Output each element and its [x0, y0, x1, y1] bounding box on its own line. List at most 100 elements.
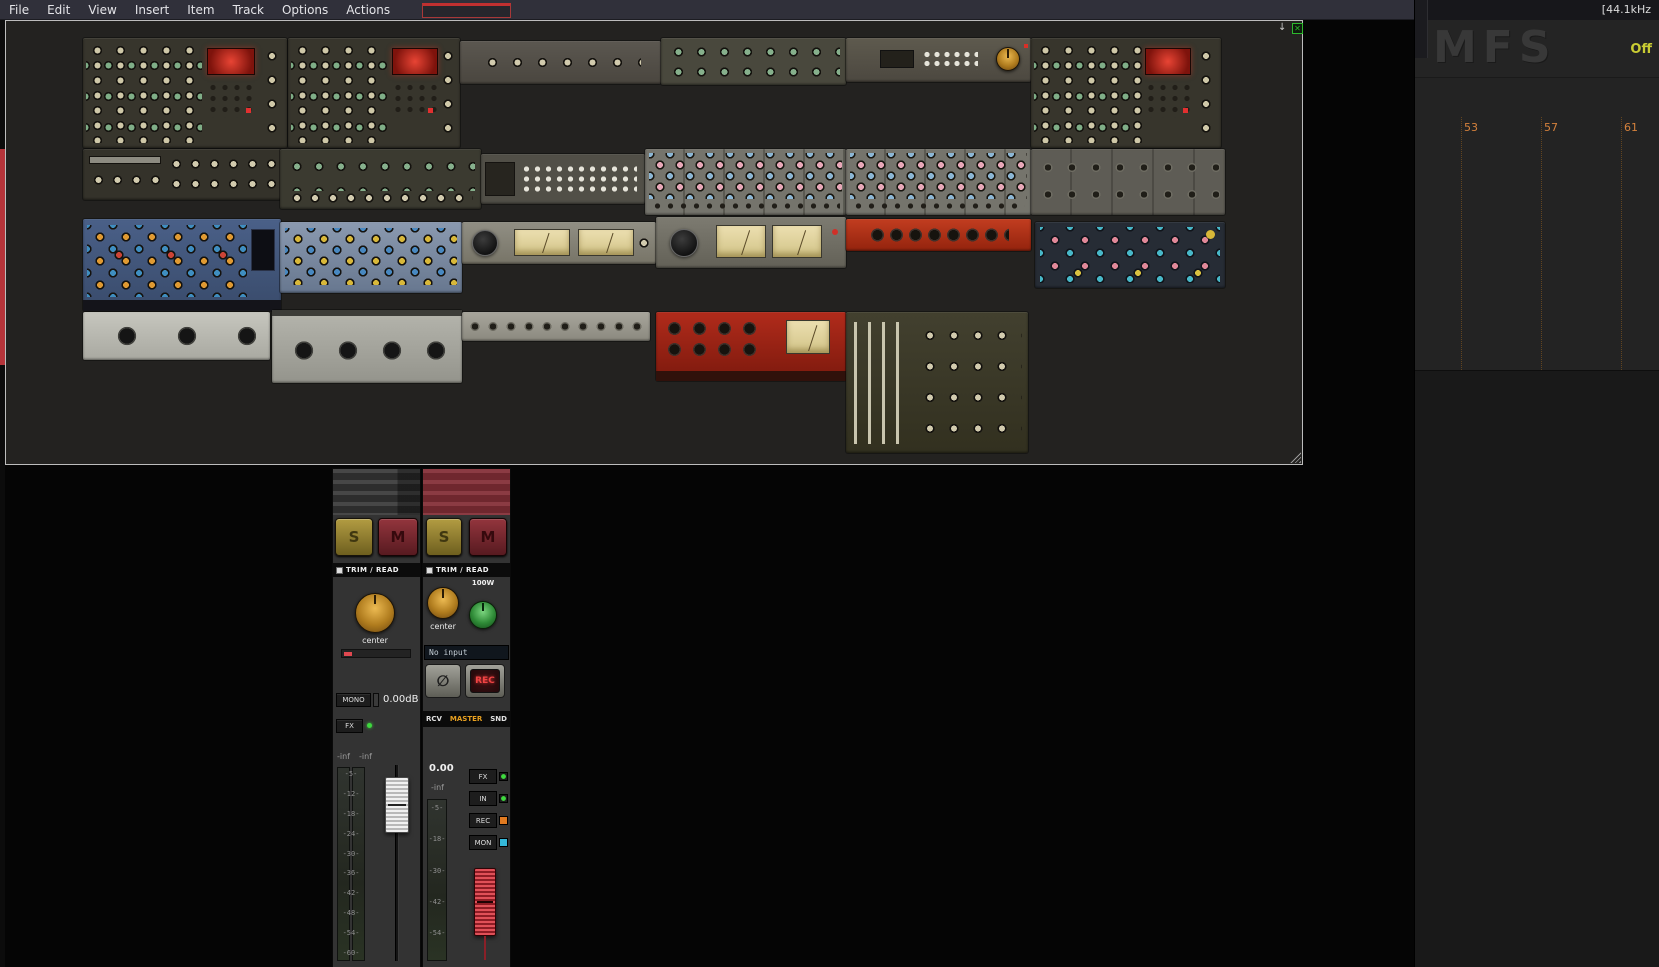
rack-unit-silver-preamp[interactable]	[83, 312, 270, 360]
menu-file[interactable]: File	[0, 0, 38, 20]
rack-unit-green-eq-2[interactable]	[280, 149, 481, 209]
rack-unit-graphic-eq[interactable]	[462, 312, 650, 341]
record-arm-button[interactable]: REC	[465, 664, 505, 698]
fx-button[interactable]: FX	[469, 769, 497, 784]
input-selector[interactable]: No input	[424, 645, 509, 660]
menu-insert[interactable]: Insert	[126, 0, 178, 20]
arrange-lower-area[interactable]	[1415, 370, 1659, 967]
dock-arrow-icon[interactable]: ↓	[1278, 22, 1286, 34]
mute-button[interactable]: M	[469, 518, 507, 556]
rack-unit-silver-compressor[interactable]	[272, 310, 462, 383]
big-knob	[472, 230, 498, 256]
docker-tab[interactable]	[1415, 0, 1428, 58]
rack-unit-channel-strip-1[interactable]	[83, 38, 287, 148]
automation-label: TRIM / READ	[436, 566, 489, 574]
rack-unit-pastel-modules-2[interactable]	[846, 149, 1031, 215]
monitor-off-label[interactable]: Off	[1630, 42, 1652, 57]
menu-actions[interactable]: Actions	[337, 0, 399, 20]
timeline-ruler[interactable]	[1415, 116, 1659, 143]
knob-row	[868, 222, 1009, 248]
menu-track[interactable]: Track	[224, 0, 273, 20]
volume-fader[interactable]	[474, 868, 496, 936]
knob-column	[437, 44, 457, 142]
ruler-mark: 61	[1624, 121, 1638, 134]
automation-mode-button[interactable]: TRIM / READ	[333, 563, 420, 577]
watermark-text: MFS	[1433, 22, 1557, 73]
pan-knob[interactable]	[355, 593, 395, 633]
sample-rate-label: [44.1kHz	[1601, 3, 1651, 16]
rack-unit-router[interactable]	[481, 154, 645, 204]
display-strip	[89, 156, 161, 164]
rack-unit-compressor-row[interactable]	[460, 41, 661, 84]
vu-meter	[772, 225, 822, 258]
scale-tick: -5-	[430, 804, 444, 812]
rack-unit-vu-compressor-1[interactable]	[462, 222, 656, 264]
rack-unit-limiter[interactable]	[846, 38, 1031, 82]
menu-view[interactable]: View	[79, 0, 125, 20]
mono-stepper[interactable]	[373, 693, 379, 707]
env-display[interactable]	[341, 649, 411, 658]
input-led	[499, 794, 508, 803]
tab-master[interactable]: MASTER	[450, 715, 482, 723]
monitor-button[interactable]: MON	[469, 835, 497, 850]
arrange-panel: [44.1kHz MFS Off 53 57 61	[1414, 0, 1659, 967]
fx-button[interactable]: FX	[336, 719, 363, 733]
track-lanes[interactable]	[333, 469, 420, 515]
menu-options[interactable]: Options	[273, 0, 337, 20]
mixer-track-1: S M TRIM / READ center MONO 0.00dB FX -i…	[332, 468, 421, 967]
pan-knob[interactable]	[427, 587, 459, 619]
rec-button[interactable]: REC	[469, 813, 497, 828]
tab-rcv[interactable]: RCV	[426, 715, 442, 723]
vu-meter	[786, 320, 830, 354]
close-icon[interactable]: ✕	[1292, 23, 1303, 34]
rack-unit-grey-modules[interactable]	[1031, 149, 1225, 215]
menu-item[interactable]: Item	[178, 0, 223, 20]
fader-value[interactable]: 0.00	[429, 763, 454, 774]
rack-unit-channel-strip-2[interactable]	[288, 38, 460, 148]
led	[1024, 44, 1028, 48]
track-lanes[interactable]	[423, 469, 510, 515]
rack-unit-green-eq[interactable]	[661, 38, 846, 85]
rack-unit-vintage-eq[interactable]	[846, 312, 1028, 453]
mute-button[interactable]: M	[378, 518, 418, 556]
rack-unit-pastel-modules-1[interactable]	[645, 149, 846, 215]
rack-unit-preamp[interactable]	[83, 149, 281, 200]
rack-unit-dark-colorful-eq[interactable]	[1035, 222, 1225, 288]
volume-value[interactable]: 0.00dB	[383, 694, 418, 705]
solo-button[interactable]: S	[335, 518, 373, 556]
fx-chain-window[interactable]: ↓ ✕	[5, 20, 1303, 465]
mono-button[interactable]: MONO	[336, 693, 371, 707]
fader-slots	[854, 322, 908, 444]
knob-row	[651, 200, 840, 212]
scale-tick: -36-	[342, 869, 360, 878]
phase-button[interactable]: ∅	[425, 664, 461, 698]
automation-mode-button[interactable]: TRIM / READ	[423, 563, 510, 577]
volume-fader[interactable]	[385, 777, 409, 833]
rack-unit-red-eq[interactable]	[846, 219, 1031, 251]
knob-grid	[87, 225, 247, 297]
rack-unit-blue-eq[interactable]	[280, 222, 462, 293]
meter-scale: -5- -12- -18- -24- -30- -36- -42- -48- -…	[337, 771, 365, 957]
rack-unit-vu-compressor-2[interactable]	[656, 217, 846, 268]
tab-snd[interactable]: SND	[490, 715, 507, 723]
rack-unit-channel-strip-3[interactable]	[1031, 38, 1221, 148]
record-arm-label: REC	[470, 669, 500, 693]
knob-grid	[850, 153, 1027, 199]
automation-label: TRIM / READ	[346, 566, 399, 574]
knob-grid	[667, 42, 840, 81]
peak-right: -inf	[359, 752, 372, 761]
fx-led	[367, 723, 372, 728]
menu-highlight-box	[422, 3, 511, 18]
menu-edit[interactable]: Edit	[38, 0, 79, 20]
rack-unit-red-compressor[interactable]	[656, 312, 846, 381]
width-knob[interactable]	[469, 601, 497, 629]
resize-grip[interactable]	[1290, 452, 1301, 463]
knob-grid	[86, 43, 202, 143]
automation-box	[336, 566, 343, 574]
scale-tick: -18-	[342, 809, 360, 818]
rack-unit-blue-console[interactable]	[83, 219, 281, 311]
scale-tick: -42-	[428, 897, 446, 906]
solo-button[interactable]: S	[426, 518, 462, 556]
meter-window	[251, 229, 275, 271]
input-monitor-button[interactable]: IN	[469, 791, 497, 806]
